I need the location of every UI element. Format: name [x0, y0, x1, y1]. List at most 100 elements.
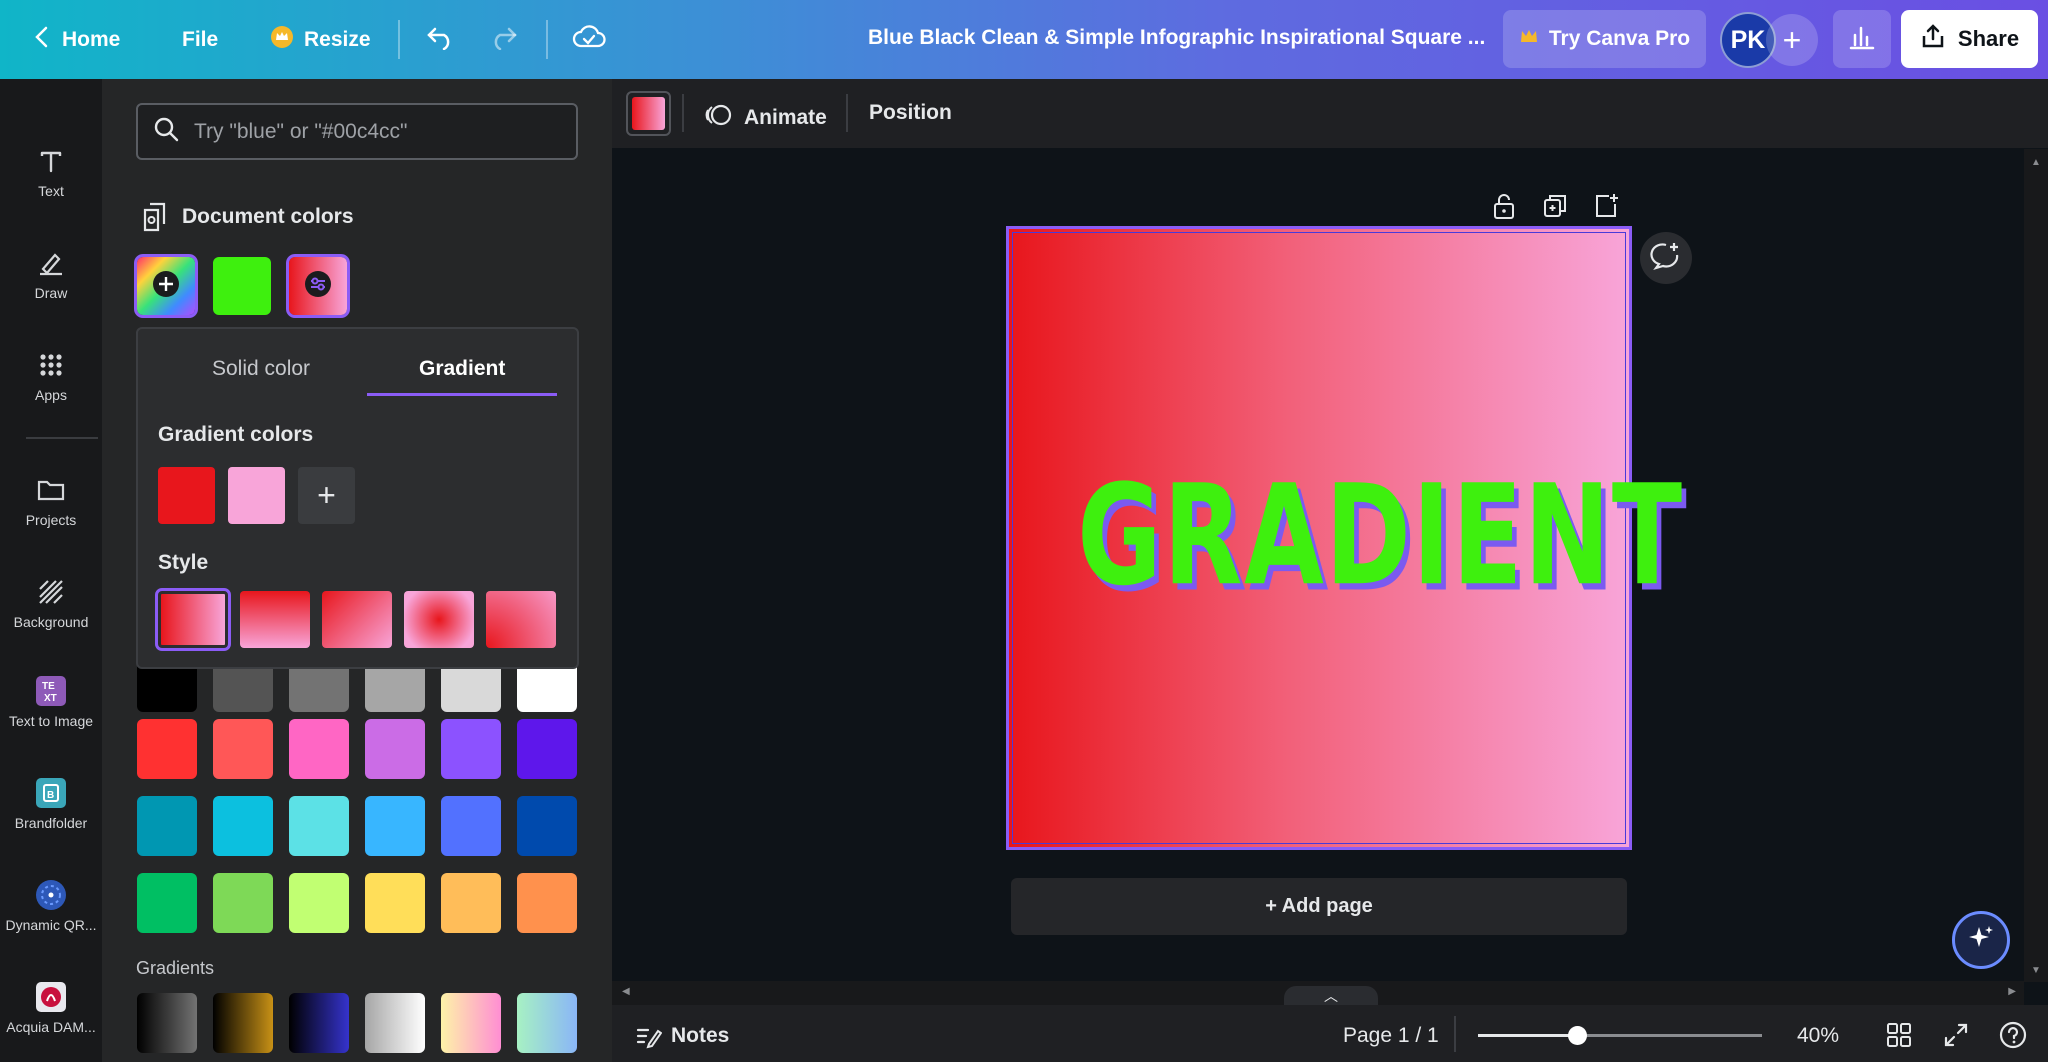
- scroll-up-arrow-icon[interactable]: ▲: [2031, 157, 2041, 168]
- default-color-swatch[interactable]: [365, 719, 425, 779]
- rail-item-acquia-dam[interactable]: Acquia DAM...: [0, 981, 102, 1035]
- scroll-left-arrow-icon[interactable]: ◀: [622, 986, 630, 997]
- gradient-preset-swatch[interactable]: [289, 993, 349, 1053]
- add-page-button[interactable]: + Add page: [1011, 878, 1627, 935]
- redo-button[interactable]: [474, 14, 532, 65]
- default-color-swatch[interactable]: [289, 719, 349, 779]
- document-title[interactable]: Blue Black Clean & Simple Infographic In…: [868, 26, 1485, 50]
- default-color-swatch[interactable]: [213, 873, 273, 933]
- rail-item-projects[interactable]: Projects: [0, 474, 102, 528]
- divider: [682, 94, 684, 132]
- default-color-swatch[interactable]: [517, 796, 577, 856]
- crown-icon: [270, 25, 294, 55]
- default-color-swatch[interactable]: [213, 796, 273, 856]
- color-search-input[interactable]: Try "blue" or "#00c4cc": [136, 103, 578, 160]
- insights-button[interactable]: [1833, 10, 1891, 68]
- style-linear-diagonal[interactable]: [322, 591, 392, 648]
- crown-icon: [1519, 27, 1539, 51]
- add-color-button[interactable]: [134, 254, 198, 318]
- try-canva-pro-button[interactable]: Try Canva Pro: [1503, 10, 1706, 68]
- vertical-scrollbar[interactable]: ▲ ▼: [2024, 149, 2048, 982]
- brandfolder-icon: B: [35, 777, 67, 809]
- zoom-slider-knob[interactable]: [1568, 1026, 1587, 1045]
- gradient-preset-swatch[interactable]: [137, 993, 197, 1053]
- default-color-swatch[interactable]: [137, 719, 197, 779]
- scroll-down-arrow-icon[interactable]: ▼: [2031, 965, 2041, 976]
- rail-item-draw[interactable]: Draw: [0, 247, 102, 301]
- default-color-swatch[interactable]: [289, 796, 349, 856]
- animate-button[interactable]: Animate: [704, 101, 827, 135]
- divider: [846, 94, 848, 132]
- grid-view-icon[interactable]: [1885, 1021, 1913, 1054]
- qr-icon: [35, 879, 67, 911]
- default-color-swatch[interactable]: [517, 719, 577, 779]
- position-button[interactable]: Position: [869, 101, 952, 125]
- scroll-right-arrow-icon[interactable]: ▶: [2008, 986, 2016, 997]
- default-color-swatch[interactable]: [137, 796, 197, 856]
- gradient-preset-swatch[interactable]: [441, 993, 501, 1053]
- gradient-popover: Solid color Gradient Gradient colors + S…: [136, 327, 579, 669]
- default-color-swatch[interactable]: [365, 873, 425, 933]
- default-color-swatch[interactable]: [137, 873, 197, 933]
- share-button[interactable]: Share: [1901, 10, 2038, 68]
- undo-button[interactable]: [412, 14, 470, 65]
- rail-item-apps[interactable]: Apps: [0, 349, 102, 403]
- text-color-button[interactable]: [626, 91, 671, 136]
- top-bar: Home File Resize Blue Black Clean & Simp…: [0, 0, 2048, 79]
- gradient-color-stop-2[interactable]: [228, 467, 285, 524]
- svg-text:B: B: [47, 790, 54, 801]
- default-color-swatch[interactable]: [365, 796, 425, 856]
- rail-item-text[interactable]: Text: [0, 145, 102, 199]
- rail-item-label: Apps: [35, 387, 67, 403]
- style-radial-corner[interactable]: [486, 591, 556, 648]
- redo-icon: [488, 24, 518, 56]
- home-button[interactable]: Home: [18, 14, 134, 65]
- fullscreen-icon[interactable]: [1942, 1021, 1970, 1054]
- rail-item-brandfolder[interactable]: B Brandfolder: [0, 777, 102, 831]
- add-comment-button[interactable]: [1640, 232, 1692, 284]
- page-indicator[interactable]: Page 1 / 1: [1343, 1024, 1439, 1048]
- style-linear-horizontal[interactable]: [155, 588, 231, 651]
- default-color-swatch[interactable]: [441, 796, 501, 856]
- document-color-swatch[interactable]: [213, 257, 271, 315]
- rail-item-background[interactable]: Background: [0, 576, 102, 630]
- default-color-swatch[interactable]: [441, 873, 501, 933]
- design-page[interactable]: GRADIENT: [1006, 226, 1682, 850]
- style-linear-vertical[interactable]: [240, 591, 310, 648]
- file-menu-button[interactable]: File: [168, 14, 232, 65]
- default-color-swatch[interactable]: [289, 873, 349, 933]
- gradient-document-swatch[interactable]: [286, 254, 350, 318]
- style-radial-center[interactable]: [404, 591, 474, 648]
- rail-item-text-to-image[interactable]: TE XT Text to Image: [0, 675, 102, 729]
- lock-icon[interactable]: [1488, 190, 1520, 222]
- duplicate-page-icon[interactable]: [1539, 190, 1571, 222]
- resize-button[interactable]: Resize: [256, 14, 385, 65]
- zoom-level[interactable]: 40%: [1797, 1024, 1839, 1048]
- notes-button[interactable]: Notes: [671, 1024, 729, 1048]
- context-toolbar: [612, 79, 2048, 149]
- gradient-preset-swatch[interactable]: [517, 993, 577, 1053]
- add-page-icon[interactable]: [1591, 190, 1623, 222]
- help-icon[interactable]: [1998, 1020, 2028, 1055]
- rail-item-dynamic-qr[interactable]: Dynamic QR...: [0, 879, 102, 933]
- active-tab-indicator: [367, 393, 557, 396]
- save-status-button[interactable]: [558, 14, 620, 65]
- invite-plus-button[interactable]: +: [1766, 14, 1818, 66]
- gradient-preset-swatch[interactable]: [365, 993, 425, 1053]
- expand-pages-handle[interactable]: ︿: [1284, 986, 1378, 1006]
- rail-divider: [26, 437, 98, 439]
- tab-gradient[interactable]: Gradient: [419, 357, 505, 381]
- default-color-swatch[interactable]: [441, 719, 501, 779]
- rail-item-label: Projects: [25, 512, 77, 528]
- text-color-preview: [632, 97, 665, 130]
- gradient-color-stop-1[interactable]: [158, 467, 215, 524]
- magic-assistant-button[interactable]: [1952, 911, 2010, 969]
- default-color-swatch[interactable]: [517, 873, 577, 933]
- gradient-text[interactable]: GRADIENT: [1077, 455, 1682, 617]
- add-gradient-color-button[interactable]: +: [298, 467, 355, 524]
- tab-solid-color[interactable]: Solid color: [212, 357, 310, 381]
- gradient-preset-swatch[interactable]: [213, 993, 273, 1053]
- default-color-swatch[interactable]: [213, 719, 273, 779]
- apps-icon: [35, 349, 67, 381]
- notes-icon[interactable]: [634, 1022, 663, 1055]
